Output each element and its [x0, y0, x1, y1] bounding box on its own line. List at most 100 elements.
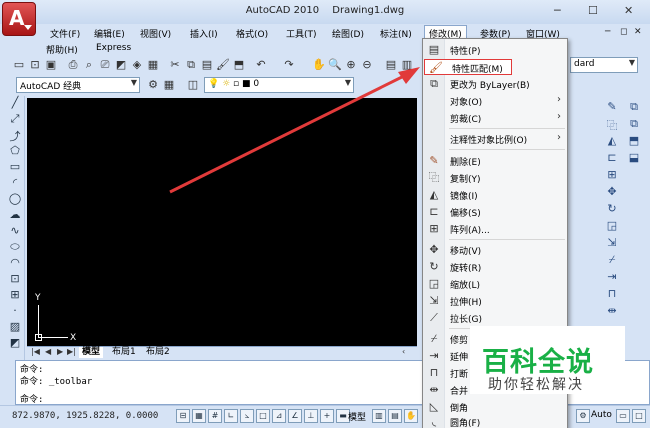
offset-tool-icon[interactable]: ⊏ — [604, 151, 620, 167]
menu-item-object[interactable]: 对象(O) › — [423, 93, 567, 109]
model-space-label[interactable]: 模型 — [348, 410, 366, 423]
menu-item-mirror[interactable]: ◭ 镜像(I) — [423, 187, 567, 203]
spline-icon[interactable]: ∿ — [7, 224, 23, 240]
pan-icon[interactable]: ✋ — [312, 58, 326, 72]
menu-item-copy[interactable]: ⿻ 复制(Y) — [423, 170, 567, 186]
tab-layout1[interactable]: 布局1 — [109, 347, 139, 358]
scroll-left-icon[interactable]: ‹ — [402, 347, 405, 356]
undo-icon[interactable]: ↶ — [254, 58, 268, 72]
make-block-icon[interactable]: ⊞ — [7, 288, 23, 304]
quick-view-drawings-icon[interactable]: ▤ — [388, 409, 402, 423]
3dwf-icon[interactable]: ◈ — [130, 58, 144, 72]
menu-item-rotate[interactable]: ↻ 旋转(R) — [423, 259, 567, 275]
menu-draw[interactable]: 绘图(D) — [328, 26, 368, 41]
revcloud-icon[interactable]: ☁ — [7, 208, 23, 224]
rotate-tool-icon[interactable]: ↻ — [604, 202, 620, 218]
polar-tracking-icon[interactable]: ⦣ — [240, 409, 254, 423]
circle-icon[interactable]: ◯ — [7, 192, 23, 208]
menu-item-scale[interactable]: ◲ 缩放(L) — [423, 276, 567, 292]
prev-tab-icon[interactable]: ◀ — [45, 347, 51, 356]
menu-file[interactable]: 文件(F) — [46, 26, 84, 41]
close-button[interactable]: ✕ — [624, 4, 633, 17]
ellipse-arc-icon[interactable]: ◠ — [7, 256, 23, 272]
menu-item-array[interactable]: ⊞ 阵列(A)... — [423, 221, 567, 237]
menu-item-clip[interactable]: 剪裁(C) › — [423, 110, 567, 126]
layer-combo[interactable]: 💡 ☼ ▫ ■ 0 ▼ — [204, 77, 354, 93]
bring-front-icon[interactable]: ⧉ — [626, 100, 642, 116]
zoom-previous-icon[interactable]: ⊖ — [360, 58, 374, 72]
next-tab-icon[interactable]: ▶ — [57, 347, 63, 356]
workspace-save-icon[interactable]: ▦ — [162, 78, 176, 92]
ducs-icon[interactable]: ⊥ — [304, 409, 318, 423]
open-icon[interactable]: ⊡ — [28, 58, 42, 72]
join-tool-icon[interactable]: ⇹ — [604, 304, 620, 320]
menu-item-stretch[interactable]: ⇲ 拉伸(H) — [423, 293, 567, 309]
doc-close-button[interactable]: ✕ — [634, 27, 642, 37]
dynamic-input-icon[interactable]: + — [320, 409, 334, 423]
menu-item-bylayer[interactable]: ⧉ 更改为 ByLayer(B) — [423, 76, 567, 92]
trim-tool-icon[interactable]: ⌿ — [604, 253, 620, 269]
minimize-button[interactable]: ─ — [554, 4, 561, 17]
menu-insert[interactable]: 插入(I) — [186, 26, 222, 41]
menu-help[interactable]: 帮助(H) — [42, 42, 82, 57]
new-icon[interactable]: ▭ — [12, 58, 26, 72]
zoom-window-icon[interactable]: ⊕ — [344, 58, 358, 72]
application-menu-button[interactable]: A — [2, 2, 36, 36]
design-center-icon[interactable]: ▥ — [400, 58, 414, 72]
menu-edit[interactable]: 编辑(E) — [90, 26, 129, 41]
region-icon[interactable]: ◩ — [7, 336, 23, 352]
layer-manager-icon[interactable]: ◫ — [186, 78, 200, 92]
first-tab-icon[interactable]: |◀ — [31, 347, 40, 356]
extend-tool-icon[interactable]: ⇥ — [604, 270, 620, 286]
line-icon[interactable]: ╱ — [7, 96, 23, 112]
pan-status-icon[interactable]: ✋ — [404, 409, 418, 423]
etransmit-icon[interactable]: ▦ — [146, 58, 160, 72]
arc-icon[interactable]: ◜ — [7, 176, 23, 192]
dimstyle-combo[interactable]: dard ▼ — [570, 57, 638, 73]
grid-display-icon[interactable]: # — [208, 409, 222, 423]
workspace-switch-icon[interactable]: ⚙ — [576, 409, 590, 423]
tab-model[interactable]: 模型 — [79, 347, 104, 358]
block-editor-icon[interactable]: ⬒ — [232, 58, 246, 72]
stretch-tool-icon[interactable]: ⇲ — [604, 236, 620, 252]
last-tab-icon[interactable]: ▶| — [67, 347, 76, 356]
3d-print-icon[interactable]: ◩ — [114, 58, 128, 72]
polygon-icon[interactable]: ⬠ — [7, 144, 23, 160]
menu-item-match-properties[interactable]: 🖌 特性匹配(M) — [424, 59, 512, 75]
copy-tool-icon[interactable]: ⿻ — [604, 117, 620, 133]
otrack-icon[interactable]: ∠ — [288, 409, 302, 423]
break-tool-icon[interactable]: ⊓ — [604, 287, 620, 303]
workspace-settings-icon[interactable]: ⚙ — [146, 78, 160, 92]
ortho-mode-icon[interactable]: ∟ — [224, 409, 238, 423]
tab-layout2[interactable]: 布局2 — [143, 347, 173, 358]
erase-tool-icon[interactable]: ✎ — [604, 100, 620, 116]
polyline-icon[interactable]: ⤴ — [7, 128, 23, 144]
menu-express[interactable]: Express — [92, 42, 135, 54]
menu-item-fillet[interactable]: ◟ 圆角(F) — [423, 414, 567, 428]
infer-constraints-icon[interactable]: ⊟ — [176, 409, 190, 423]
send-under-icon[interactable]: ⬓ — [626, 151, 642, 167]
cut-icon[interactable]: ✂ — [168, 58, 182, 72]
menu-item-chamfer[interactable]: ◺ 倒角 — [423, 399, 567, 415]
match-prop-icon[interactable]: 🖌 — [216, 58, 230, 72]
menu-item-offset[interactable]: ⊏ 偏移(S) — [423, 204, 567, 220]
zoom-realtime-icon[interactable]: 🔍 — [328, 58, 342, 72]
move-tool-icon[interactable]: ✥ — [604, 185, 620, 201]
copy-icon[interactable]: ⧉ — [184, 58, 198, 72]
snap-mode-icon[interactable]: ▦ — [192, 409, 206, 423]
ellipse-icon[interactable]: ⬭ — [7, 240, 23, 256]
maximize-button[interactable]: ☐ — [588, 4, 598, 17]
menu-format[interactable]: 格式(O) — [232, 26, 272, 41]
menu-item-erase[interactable]: ✎ 删除(E) — [423, 153, 567, 169]
publish-icon[interactable]: ⎚ — [98, 58, 112, 72]
properties-toolbar-icon[interactable]: ▤ — [384, 58, 398, 72]
preview-icon[interactable]: ⌕ — [82, 58, 96, 72]
clean-screen-icon[interactable]: □ — [632, 409, 646, 423]
menu-item-annotative-scale[interactable]: 注释性对象比例(O) › — [423, 131, 567, 147]
redo-icon[interactable]: ↷ — [282, 58, 296, 72]
point-icon[interactable]: · — [7, 304, 23, 320]
construction-line-icon[interactable]: ⤢ — [7, 112, 23, 128]
insert-block-icon[interactable]: ⊡ — [7, 272, 23, 288]
hatch-icon[interactable]: ▨ — [7, 320, 23, 336]
doc-minimize-button[interactable]: ─ — [605, 27, 610, 37]
